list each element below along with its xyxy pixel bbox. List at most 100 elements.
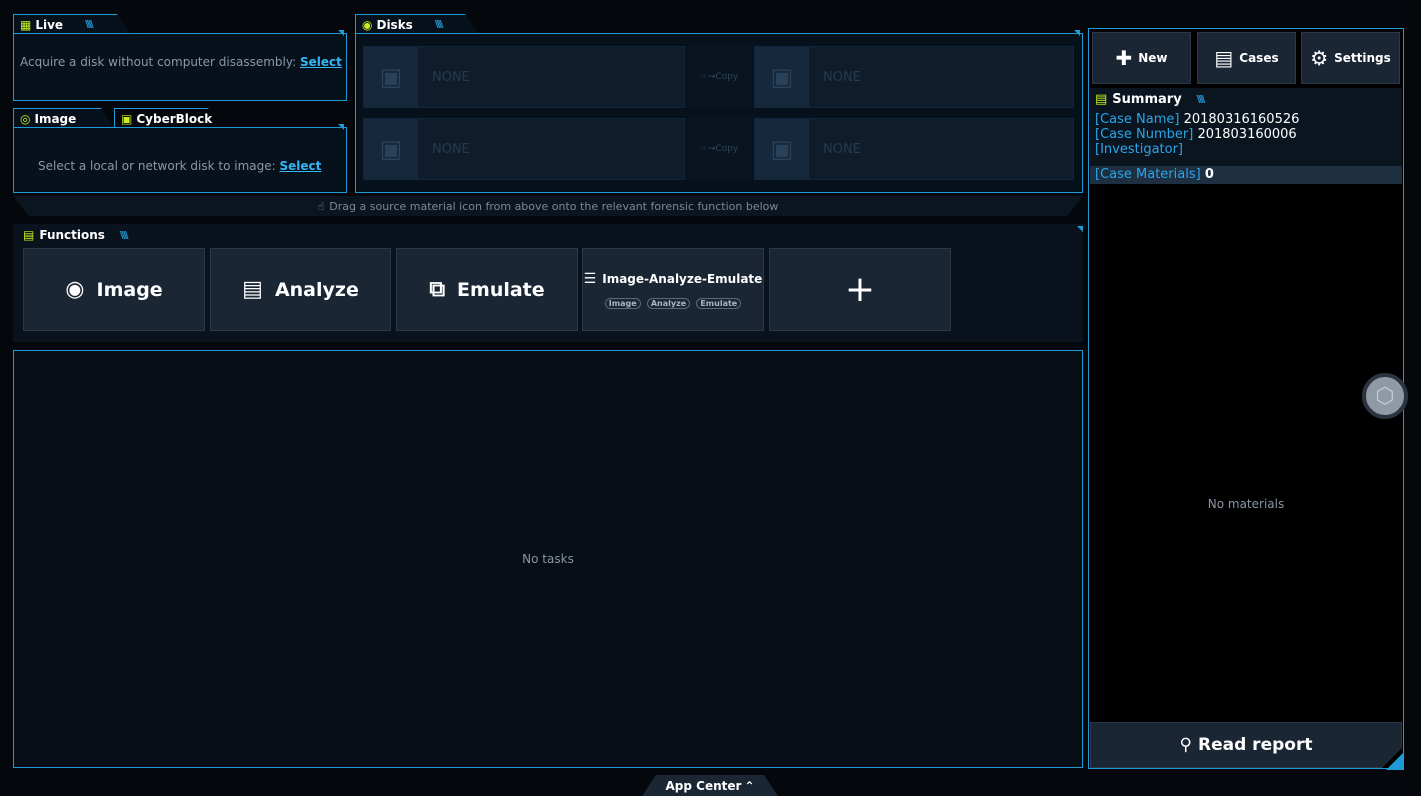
polyhedron-icon: ⬡ [1375,383,1395,409]
no-tasks-text: No tasks [522,552,574,566]
case-name-key: [Case Name] [1095,112,1180,127]
chevron-up-icon: ⌃ [744,778,755,793]
hard-drive-icon: ▣ [755,119,809,179]
image-function-button[interactable]: ◉ Image [23,248,205,331]
analyze-function-label: Analyze [274,278,359,301]
assistant-float-button[interactable]: ⬡ [1362,373,1408,419]
case-materials-value: 0 [1204,167,1214,182]
list-icon: ▤ [1095,92,1108,107]
investigator-row: [Investigator] [1095,142,1299,157]
tab-cyberblock[interactable]: ▣ CyberBlock [114,108,222,128]
summary-fields: [Case Name] 20180316160526 [Case Number]… [1095,112,1299,157]
hard-drive-icon: ▣ [755,47,809,107]
case-number-row: [Case Number] 201803160006 [1095,127,1299,142]
chip-analyze: Analyze [646,297,691,309]
disk-slot-label: NONE [432,141,470,157]
cases-button[interactable]: ▤ Cases [1197,32,1296,84]
summary-header: ▤ Summary \\\\ [1095,92,1205,107]
functions-header: ▤ Functions \\\\ [23,228,128,242]
image-panel: Select a local or network disk to image:… [13,124,347,193]
tab-disks-label: Disks [376,17,413,32]
disk-slot-target-2[interactable]: ▣ NONE [754,118,1074,180]
disk-slot-target-1[interactable]: ▣ NONE [754,46,1074,108]
tab-live[interactable]: ▦ Live \\\\ [13,14,131,34]
no-materials-text: No materials [1207,497,1285,511]
disk-slot-label: NONE [823,69,861,85]
list-circle-icon: ☰ [583,270,597,287]
document-icon: ▤ [1214,46,1234,70]
drag-hint: ☝ Drag a source material icon from above… [13,196,1083,216]
investigator-key: [Investigator] [1095,142,1184,157]
live-select-link[interactable]: Select [300,55,342,69]
image-prompt: Select a local or network disk to image:… [38,159,321,173]
new-case-label: New [1138,51,1168,65]
hand-icon: ☞→ [699,72,716,82]
corner-decoration [338,30,344,36]
scan-icon: ▤ [242,277,263,302]
tab-cyberblock-label: CyberBlock [136,111,213,126]
corner-decoration [1077,226,1083,232]
combo-function-button[interactable]: ☰ Image-Analyze-Emulate Image Analyze Em… [582,248,764,331]
disk-slot-source-1[interactable]: ▣ NONE [363,46,685,108]
disk-slot-source-2[interactable]: ▣ NONE [363,118,685,180]
emulate-function-button[interactable]: ⧉ Emulate [396,248,578,331]
corner-decoration [1074,30,1080,36]
toolbox-icon: ▤ [23,228,35,242]
tab-image[interactable]: ◎ Image [13,108,115,128]
corner-decoration [338,124,344,130]
new-case-button[interactable]: ✚ New [1092,32,1191,84]
copy-label: Copy [715,144,739,154]
hard-drive-icon: ▣ [364,119,418,179]
tab-live-label: Live [35,17,64,32]
case-number-key: [Case Number] [1095,127,1194,142]
gear-icon: ⚙ [1310,46,1329,70]
plus-icon: ✚ [1115,46,1133,70]
copy-label: Copy [715,72,739,82]
tasks-panel: No tasks [13,350,1083,768]
emulate-function-label: Emulate [457,278,545,301]
cases-label: Cases [1239,51,1279,65]
app-center-tab[interactable]: App Center ⌃ [642,775,778,796]
case-name-value: 20180316160526 [1183,112,1300,127]
read-report-label: Read report [1198,735,1313,755]
disc-icon: ◎ [20,111,31,126]
settings-button[interactable]: ⚙ Settings [1301,32,1400,84]
image-select-link[interactable]: Select [280,159,322,173]
hand-pointer-icon: ☝ [317,199,325,213]
read-report-button[interactable]: ⚲ Read report [1090,722,1402,768]
case-materials-line: [Case Materials] 0 [1095,166,1402,183]
analyze-function-button[interactable]: ▤ Analyze [210,248,391,331]
image-function-label: Image [96,278,163,301]
stripes-decoration: \\\\ [1196,94,1205,105]
cyberblock-icon: ▣ [121,111,133,126]
stripes-decoration: \\\\ [85,19,92,30]
search-icon: ⚲ [1179,735,1192,755]
live-prompt-text: Acquire a disk without computer disassem… [20,55,297,69]
add-function-button[interactable]: + [769,248,951,331]
chip-emulate: Emulate [696,297,742,309]
hand-icon: ☞→ [699,144,716,154]
combo-function-label: Image-Analyze-Emulate [602,271,763,286]
app-center-label: App Center [665,778,742,793]
hard-drive-icon: ▣ [364,47,418,107]
copy-arrow: ☞→ Copy [686,46,752,108]
corner-decoration [1386,752,1404,770]
stripes-decoration: \\\\ [434,19,442,30]
plus-icon: + [844,269,876,310]
windows-icon: ⧉ [429,277,446,302]
disk-hand-icon: ◉ [65,277,85,302]
disk-icon: ◉ [362,17,373,32]
case-name-row: [Case Name] 20180316160526 [1095,112,1299,127]
disk-slot-label: NONE [432,69,470,85]
tab-image-label: Image [34,111,77,126]
combo-title-row: ☰ Image-Analyze-Emulate [584,271,763,287]
case-materials-row[interactable]: [Case Materials] 0 [1090,166,1402,184]
settings-label: Settings [1334,51,1391,65]
live-prompt: Acquire a disk without computer disassem… [20,55,342,69]
combo-chips: Image Analyze Emulate [604,295,742,309]
disk-slot-label: NONE [823,141,861,157]
network-icon: ▦ [20,17,32,32]
drag-hint-text: Drag a source material icon from above o… [329,199,779,213]
tab-disks[interactable]: ◉ Disks \\\\ [355,14,479,34]
summary-title: Summary [1112,92,1182,107]
